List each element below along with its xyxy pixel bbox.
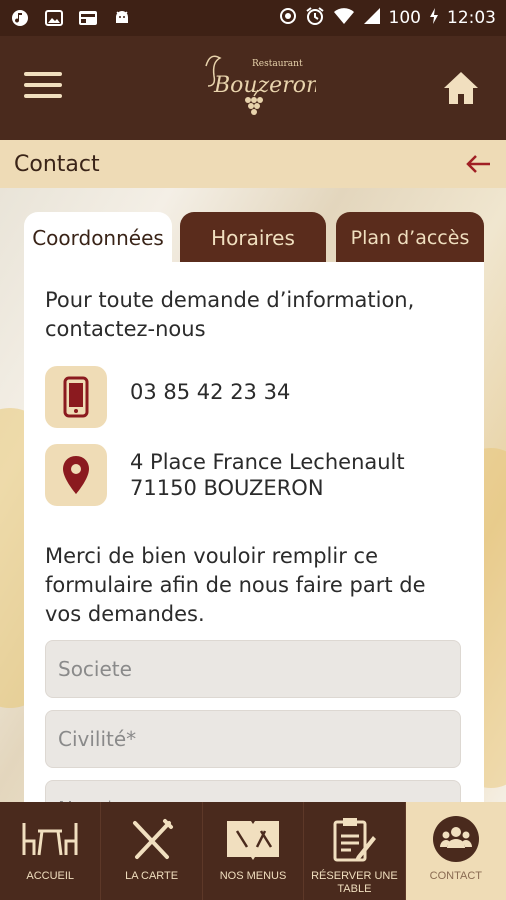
nav-label: ACCUEIL [26, 870, 75, 882]
nav-accueil[interactable]: ACCUEIL [0, 802, 102, 900]
menu-book-icon [223, 816, 283, 862]
map-pin-icon [63, 456, 89, 494]
form-intro-text: Merci de bien vouloir remplir ce formula… [45, 544, 426, 626]
music-notification-icon [10, 8, 30, 28]
societe-field[interactable] [45, 640, 461, 698]
app-header: Restaurant Bouzeron [0, 36, 506, 140]
mobile-phone-icon [63, 376, 89, 418]
contact-card: Pour toute demande d’information, contac… [24, 262, 484, 802]
fork-knife-icon [122, 816, 182, 862]
card-notification-icon [78, 8, 98, 28]
sync-icon [279, 7, 297, 30]
civilite-field[interactable] [45, 710, 461, 768]
nav-label: CONTACT [429, 870, 482, 882]
logo-restaurant-text: Restaurant [252, 59, 303, 69]
reservation-clipboard-icon [324, 816, 384, 862]
clock-time: 12:03 [447, 8, 496, 28]
phone-icon-box[interactable] [45, 366, 107, 428]
people-group-icon [426, 816, 486, 862]
home-button[interactable] [442, 70, 480, 106]
alarm-icon [305, 6, 325, 31]
image-notification-icon [44, 8, 64, 28]
back-button[interactable] [464, 152, 492, 176]
restaurant-logo: Restaurant Bouzeron [196, 44, 320, 128]
menu-line [24, 94, 62, 98]
signal-icon [363, 7, 381, 30]
nav-contact[interactable]: CONTACT [405, 802, 506, 900]
phone-number[interactable]: 03 85 42 23 34 [130, 380, 290, 404]
tab-plan-acces[interactable]: Plan d’accès [336, 212, 484, 264]
tab-coordonnees[interactable]: Coordonnées [24, 212, 172, 264]
bottom-navigation: ACCUEIL LA CARTE NOS MENUS RÉSERVER UNE … [0, 802, 506, 900]
address-icon-box[interactable] [45, 444, 107, 506]
tab-horaires[interactable]: Horaires [180, 212, 326, 264]
arrow-left-icon [466, 155, 490, 173]
intro-text: Pour toute demande d’information, contac… [45, 288, 415, 341]
nom-field[interactable] [45, 780, 461, 802]
android-icon [112, 8, 132, 28]
home-icon [444, 72, 478, 104]
battery-charging-icon [429, 7, 439, 30]
nav-label: RÉSERVER UNE TABLE [311, 870, 398, 895]
address-line-2: 71150 BOUZERON [130, 476, 324, 500]
nav-reserver-table[interactable]: RÉSERVER UNE TABLE [304, 802, 406, 900]
hamburger-menu-button[interactable] [24, 72, 62, 102]
nav-label: NOS MENUS [219, 870, 287, 882]
logo-bouzeron-text: Bouzeron [213, 73, 316, 98]
battery-level: 100 [388, 8, 421, 28]
nav-nos-menus[interactable]: NOS MENUS [203, 802, 305, 900]
status-bar: 100 12:03 [0, 0, 506, 36]
address-line-1: 4 Place France Lechenault [130, 450, 405, 474]
menu-line [24, 83, 62, 87]
nav-la-carte[interactable]: LA CARTE [101, 802, 203, 900]
menu-line [24, 72, 62, 76]
page-title: Contact [14, 151, 100, 177]
page-title-bar: Contact [0, 140, 506, 188]
wifi-icon [333, 7, 355, 30]
table-chairs-icon [20, 816, 80, 862]
nav-label: LA CARTE [125, 870, 179, 882]
